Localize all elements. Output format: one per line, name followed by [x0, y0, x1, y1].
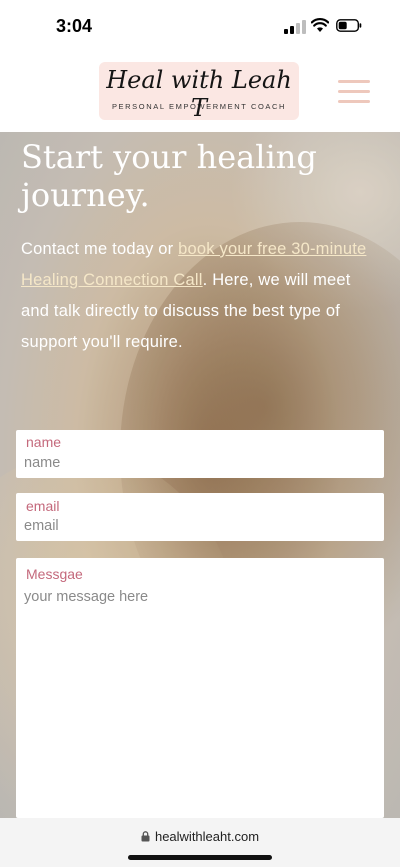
message-field-box: Messgae: [16, 558, 384, 818]
hero-text-intro: Contact me today or: [21, 240, 179, 258]
name-input[interactable]: [24, 453, 374, 473]
logo-script-text: Heal with Leah T: [106, 66, 292, 122]
battery-icon: [336, 19, 362, 32]
site-logo[interactable]: Heal with Leah T PERSONAL EMPOWERMENT CO…: [99, 60, 299, 124]
email-label: email: [26, 498, 60, 514]
url-text: healwithleaht.com: [154, 829, 260, 844]
name-field-box: name: [16, 430, 384, 478]
lock-icon: [141, 831, 150, 842]
message-label: Messgae: [26, 566, 83, 582]
status-bar: 3:04: [0, 0, 400, 54]
message-textarea[interactable]: [24, 589, 374, 809]
email-field-box: email: [16, 493, 384, 541]
home-indicator[interactable]: [128, 855, 272, 860]
logo-subtitle: PERSONAL EMPOWERMENT COACH: [111, 102, 287, 111]
status-time: 3:04: [56, 16, 93, 36]
email-input[interactable]: [24, 516, 374, 536]
wifi-icon: [311, 18, 329, 32]
hero-text: Contact me today or book your free 30-mi…: [21, 234, 383, 358]
hamburger-menu-icon[interactable]: [338, 80, 370, 106]
name-label: name: [26, 434, 62, 450]
cellular-signal-icon: [284, 20, 306, 34]
hero-title: Start your healing journey.: [21, 138, 317, 214]
